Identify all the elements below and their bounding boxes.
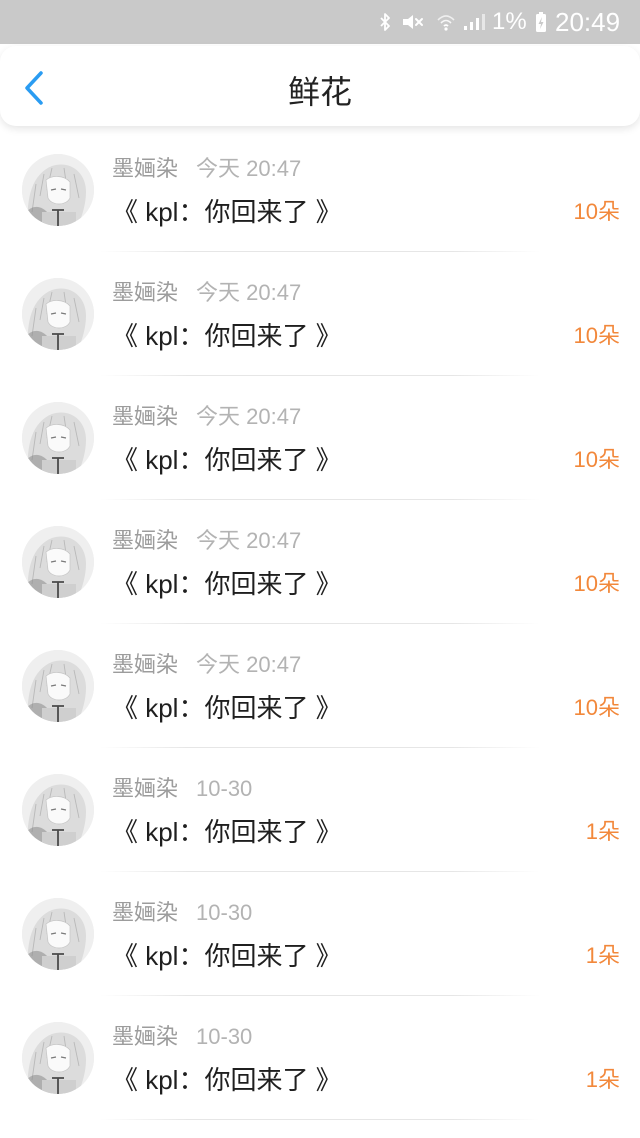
- bluetooth-icon: [378, 0, 392, 44]
- gift-title: 《 kpl：你回来了 》: [112, 693, 342, 723]
- signal-icon: [462, 0, 486, 44]
- avatar[interactable]: [22, 898, 94, 970]
- clock: 20:49: [555, 7, 621, 37]
- sender-name: 墨婳染: [112, 404, 179, 429]
- status-bar: 1% 20:49: [0, 0, 640, 44]
- record-meta: 墨婳染 10-30: [112, 775, 252, 803]
- gift-title: 《 kpl：你回来了 》: [112, 569, 342, 599]
- avatar[interactable]: [22, 1022, 94, 1094]
- flower-count: 10朵: [573, 199, 620, 224]
- flower-count: 1朵: [585, 1067, 620, 1092]
- list-item[interactable]: 墨婳染 今天 20:47 《 kpl：你回来了 》 10朵: [0, 252, 640, 376]
- avatar[interactable]: [22, 526, 94, 598]
- timestamp: 10-30: [196, 900, 253, 925]
- list-item[interactable]: 墨婳染 10-30 《 kpl：你回来了 》 1朵: [0, 748, 640, 872]
- sender-name: 墨婳染: [112, 280, 179, 305]
- avatar[interactable]: [22, 650, 94, 722]
- sender-name: 墨婳染: [112, 528, 179, 553]
- timestamp: 今天 20:47: [196, 652, 302, 677]
- gift-title: 《 kpl：你回来了 》: [112, 941, 342, 971]
- flower-count: 10朵: [573, 447, 620, 472]
- gift-title: 《 kpl：你回来了 》: [112, 445, 342, 475]
- timestamp: 今天 20:47: [196, 280, 302, 305]
- sender-name: 墨婳染: [112, 156, 179, 181]
- avatar[interactable]: [22, 154, 94, 226]
- page-title: 鲜花: [287, 74, 352, 110]
- list-item[interactable]: 墨婳染 今天 20:47 《 kpl：你回来了 》 10朵: [0, 376, 640, 500]
- record-meta: 墨婳染 10-30: [112, 1023, 252, 1051]
- timestamp: 今天 20:47: [196, 528, 302, 553]
- avatar[interactable]: [22, 278, 94, 350]
- record-meta: 墨婳染 10-30: [112, 899, 252, 927]
- mute-icon: [401, 0, 425, 44]
- list-item[interactable]: 墨婳染 10-30 《 kpl：你回来了 》 1朵: [0, 872, 640, 996]
- sender-name: 墨婳染: [112, 1024, 179, 1049]
- gift-title: 《 kpl：你回来了 》: [112, 817, 342, 847]
- list-item[interactable]: 墨婳染 今天 20:47 《 kpl：你回来了 》 10朵: [0, 500, 640, 624]
- sender-name: 墨婳染: [112, 776, 179, 801]
- sender-name: 墨婳染: [112, 652, 179, 677]
- sender-name: 墨婳染: [112, 900, 179, 925]
- flower-count: 10朵: [573, 695, 620, 720]
- record-meta: 墨婳染 今天 20:47: [112, 279, 301, 307]
- record-list: 墨婳染 今天 20:47 《 kpl：你回来了 》 10朵 墨婳染 今天 20:…: [0, 128, 640, 1120]
- avatar[interactable]: [22, 402, 94, 474]
- avatar[interactable]: [22, 774, 94, 846]
- record-meta: 墨婳染 今天 20:47: [112, 527, 301, 555]
- wifi-icon: [436, 0, 456, 44]
- list-item[interactable]: 墨婳染 今天 20:47 《 kpl：你回来了 》 10朵: [0, 128, 640, 252]
- header: 鲜花: [0, 46, 640, 126]
- record-meta: 墨婳染 今天 20:47: [112, 403, 301, 431]
- battery-charging-icon: [535, 0, 547, 44]
- list-item[interactable]: 墨婳染 10-30 《 kpl：你回来了 》 1朵: [0, 996, 640, 1120]
- gift-title: 《 kpl：你回来了 》: [112, 321, 342, 351]
- list-item[interactable]: 墨婳染 今天 20:47 《 kpl：你回来了 》 10朵: [0, 624, 640, 748]
- flower-count: 10朵: [573, 571, 620, 596]
- gift-title: 《 kpl：你回来了 》: [112, 197, 342, 227]
- battery-percent: 1%: [492, 8, 527, 35]
- flower-count: 1朵: [585, 819, 620, 844]
- timestamp: 今天 20:47: [196, 156, 302, 181]
- gift-title: 《 kpl：你回来了 》: [112, 1065, 342, 1095]
- record-meta: 墨婳染 今天 20:47: [112, 651, 301, 679]
- divider: [100, 1119, 540, 1120]
- timestamp: 今天 20:47: [196, 404, 302, 429]
- flower-count: 1朵: [585, 943, 620, 968]
- record-meta: 墨婳染 今天 20:47: [112, 155, 301, 183]
- flower-count: 10朵: [573, 323, 620, 348]
- timestamp: 10-30: [196, 1024, 253, 1049]
- timestamp: 10-30: [196, 776, 253, 801]
